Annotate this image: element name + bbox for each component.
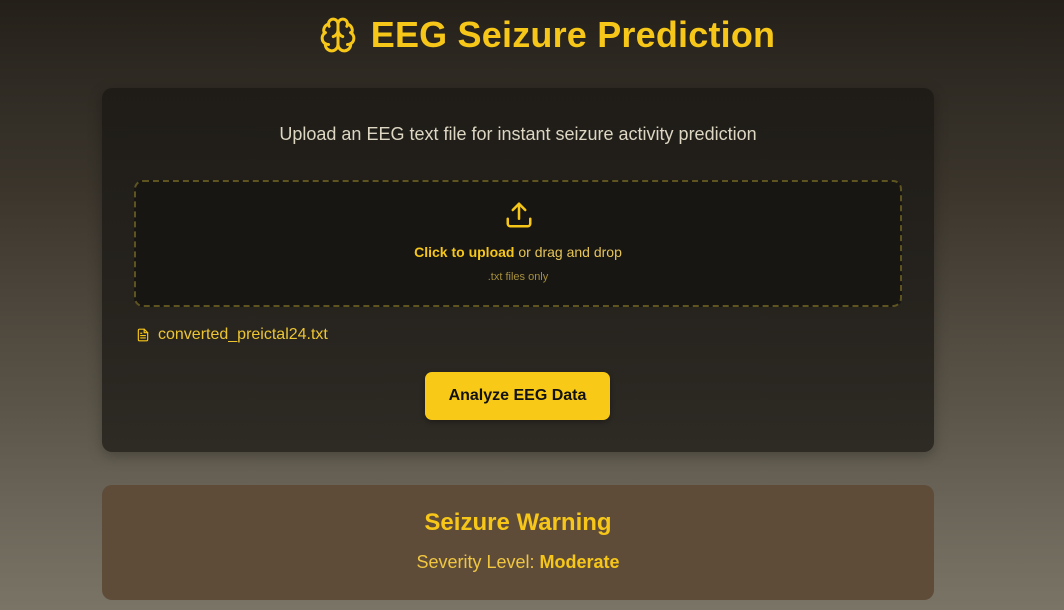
drag-drop-text: or drag and drop [514, 244, 622, 260]
upload-icon [506, 202, 532, 228]
result-title: Seizure Warning [424, 509, 612, 536]
selected-file-name: converted_preictal24.txt [158, 326, 328, 343]
brain-icon [320, 17, 356, 53]
upload-instruction: Click to upload or drag and drop [136, 244, 900, 260]
click-to-upload-link[interactable]: Click to upload [414, 244, 514, 260]
selected-file: converted_preictal24.txt [136, 326, 328, 344]
upload-card: Upload an EEG text file for instant seiz… [102, 88, 934, 452]
page-header: EEG Seizure Prediction [0, 14, 1064, 56]
result-card: Seizure Warning Severity Level: Moderate [102, 485, 934, 600]
upload-subtitle: Upload an EEG text file for instant seiz… [279, 124, 757, 144]
page-title: EEG Seizure Prediction [370, 14, 776, 55]
analyze-eeg-button[interactable]: Analyze EEG Data [425, 372, 610, 420]
file-type-hint: .txt files only [487, 271, 549, 283]
severity-value: Moderate [539, 552, 620, 572]
severity-label: Severity Level: [416, 552, 540, 572]
file-icon [137, 328, 149, 342]
severity-line: Severity Level: Moderate [102, 552, 934, 573]
file-dropzone[interactable]: Click to upload or drag and drop .txt fi… [134, 180, 902, 307]
